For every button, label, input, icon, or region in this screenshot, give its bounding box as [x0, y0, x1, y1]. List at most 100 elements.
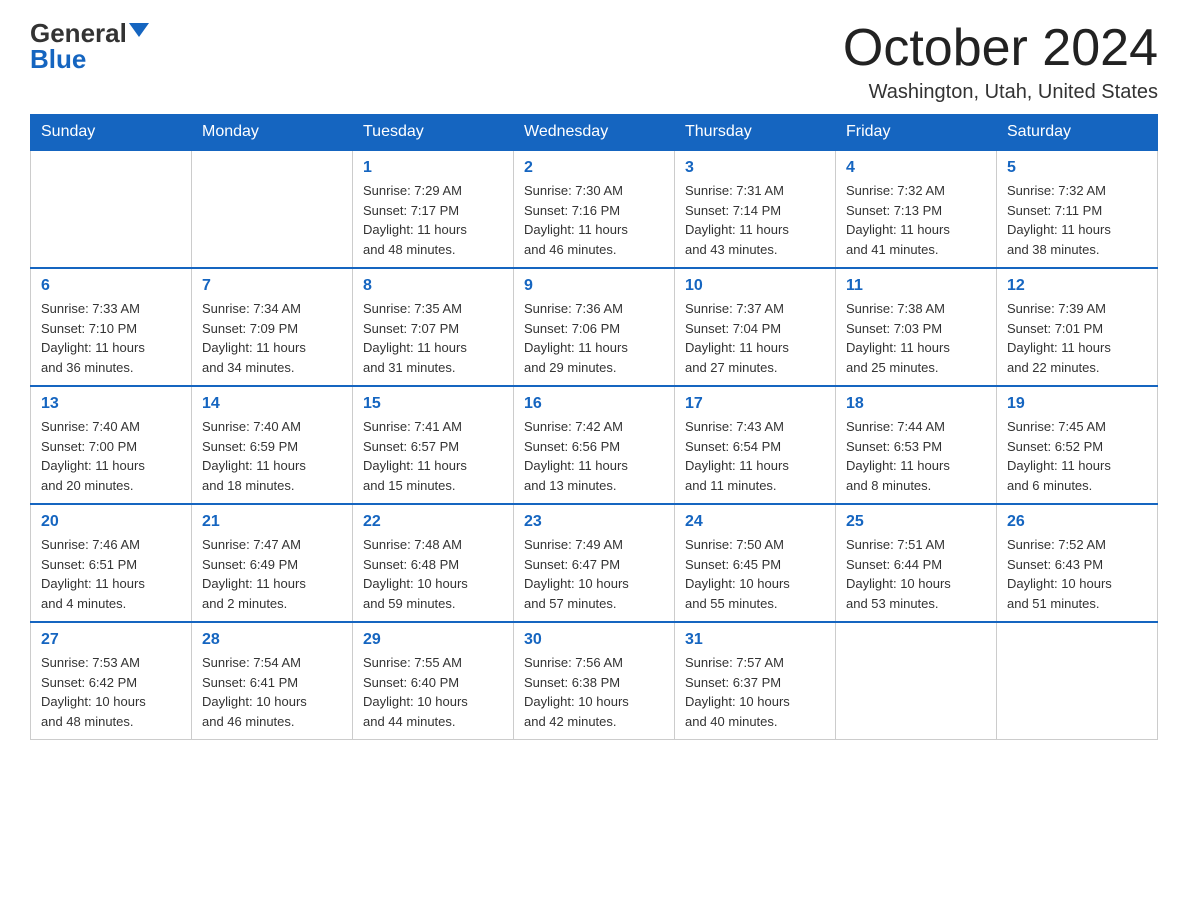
day-info: Sunrise: 7:57 AM Sunset: 6:37 PM Dayligh… — [685, 653, 825, 731]
calendar-cell: 2 Sunrise: 7:30 AM Sunset: 7:16 PM Daylig… — [514, 150, 675, 268]
calendar-cell: 20 Sunrise: 7:46 AM Sunset: 6:51 PM Dayli… — [31, 504, 192, 622]
day-number: 8 — [363, 277, 503, 295]
day-number: 22 — [363, 513, 503, 531]
calendar-cell: 31 Sunrise: 7:57 AM Sunset: 6:37 PM Dayli… — [675, 622, 836, 740]
day-number: 2 — [524, 159, 664, 177]
calendar-cell: 15 Sunrise: 7:41 AM Sunset: 6:57 PM Dayli… — [353, 386, 514, 504]
day-number: 29 — [363, 631, 503, 649]
day-info: Sunrise: 7:30 AM Sunset: 7:16 PM Dayligh… — [524, 181, 664, 259]
calendar-cell: 4 Sunrise: 7:32 AM Sunset: 7:13 PM Daylig… — [836, 150, 997, 268]
day-info: Sunrise: 7:52 AM Sunset: 6:43 PM Dayligh… — [1007, 535, 1147, 613]
day-info: Sunrise: 7:34 AM Sunset: 7:09 PM Dayligh… — [202, 299, 342, 377]
calendar-cell: 11 Sunrise: 7:38 AM Sunset: 7:03 PM Dayli… — [836, 268, 997, 386]
day-info: Sunrise: 7:40 AM Sunset: 6:59 PM Dayligh… — [202, 417, 342, 495]
day-info: Sunrise: 7:48 AM Sunset: 6:48 PM Dayligh… — [363, 535, 503, 613]
week-row-1: 1 Sunrise: 7:29 AM Sunset: 7:17 PM Daylig… — [31, 150, 1158, 268]
calendar-header-row: Sunday Monday Tuesday Wednesday Thursday… — [31, 115, 1158, 151]
day-info: Sunrise: 7:43 AM Sunset: 6:54 PM Dayligh… — [685, 417, 825, 495]
day-number: 15 — [363, 395, 503, 413]
calendar-cell: 21 Sunrise: 7:47 AM Sunset: 6:49 PM Dayli… — [192, 504, 353, 622]
day-number: 28 — [202, 631, 342, 649]
day-info: Sunrise: 7:53 AM Sunset: 6:42 PM Dayligh… — [41, 653, 181, 731]
day-info: Sunrise: 7:41 AM Sunset: 6:57 PM Dayligh… — [363, 417, 503, 495]
calendar-cell: 5 Sunrise: 7:32 AM Sunset: 7:11 PM Daylig… — [997, 150, 1158, 268]
title-section: October 2024 Washington, Utah, United St… — [843, 20, 1158, 104]
day-info: Sunrise: 7:37 AM Sunset: 7:04 PM Dayligh… — [685, 299, 825, 377]
day-info: Sunrise: 7:38 AM Sunset: 7:03 PM Dayligh… — [846, 299, 986, 377]
calendar-cell: 22 Sunrise: 7:48 AM Sunset: 6:48 PM Dayli… — [353, 504, 514, 622]
calendar-cell: 6Sunrise: 7:33 AM Sunset: 7:10 PM Daylig… — [31, 268, 192, 386]
calendar-cell: 24 Sunrise: 7:50 AM Sunset: 6:45 PM Dayli… — [675, 504, 836, 622]
logo: General Blue — [30, 20, 149, 72]
calendar-cell: 9 Sunrise: 7:36 AM Sunset: 7:06 PM Daylig… — [514, 268, 675, 386]
calendar-cell: 23Sunrise: 7:49 AM Sunset: 6:47 PM Dayli… — [514, 504, 675, 622]
calendar-cell: 27 Sunrise: 7:53 AM Sunset: 6:42 PM Dayli… — [31, 622, 192, 740]
calendar-cell — [836, 622, 997, 740]
calendar-cell: 17 Sunrise: 7:43 AM Sunset: 6:54 PM Dayli… — [675, 386, 836, 504]
day-info: Sunrise: 7:36 AM Sunset: 7:06 PM Dayligh… — [524, 299, 664, 377]
calendar-cell: 10 Sunrise: 7:37 AM Sunset: 7:04 PM Dayli… — [675, 268, 836, 386]
day-number: 1 — [363, 159, 503, 177]
day-info: Sunrise: 7:51 AM Sunset: 6:44 PM Dayligh… — [846, 535, 986, 613]
day-number: 30 — [524, 631, 664, 649]
calendar-cell: 19 Sunrise: 7:45 AM Sunset: 6:52 PM Dayli… — [997, 386, 1158, 504]
day-info: Sunrise: 7:32 AM Sunset: 7:11 PM Dayligh… — [1007, 181, 1147, 259]
logo-blue-text: Blue — [30, 46, 86, 72]
day-number: 16 — [524, 395, 664, 413]
calendar-cell: 26 Sunrise: 7:52 AM Sunset: 6:43 PM Dayli… — [997, 504, 1158, 622]
calendar-cell: 18 Sunrise: 7:44 AM Sunset: 6:53 PM Dayli… — [836, 386, 997, 504]
day-number: 5 — [1007, 159, 1147, 177]
col-monday: Monday — [192, 115, 353, 151]
day-number: 26 — [1007, 513, 1147, 531]
week-row-4: 20 Sunrise: 7:46 AM Sunset: 6:51 PM Dayli… — [31, 504, 1158, 622]
day-info: Sunrise: 7:35 AM Sunset: 7:07 PM Dayligh… — [363, 299, 503, 377]
day-number: 20 — [41, 513, 181, 531]
logo-triangle-icon — [129, 23, 149, 37]
day-number: 31 — [685, 631, 825, 649]
day-info: Sunrise: 7:40 AM Sunset: 7:00 PM Dayligh… — [41, 417, 181, 495]
col-tuesday: Tuesday — [353, 115, 514, 151]
day-info: Sunrise: 7:42 AM Sunset: 6:56 PM Dayligh… — [524, 417, 664, 495]
day-info: Sunrise: 7:50 AM Sunset: 6:45 PM Dayligh… — [685, 535, 825, 613]
day-info: Sunrise: 7:49 AM Sunset: 6:47 PM Dayligh… — [524, 535, 664, 613]
calendar-cell: 25 Sunrise: 7:51 AM Sunset: 6:44 PM Dayli… — [836, 504, 997, 622]
day-number: 11 — [846, 277, 986, 295]
day-number: 19 — [1007, 395, 1147, 413]
day-number: 14 — [202, 395, 342, 413]
day-number: 3 — [685, 159, 825, 177]
calendar-cell: 12Sunrise: 7:39 AM Sunset: 7:01 PM Dayli… — [997, 268, 1158, 386]
day-info: Sunrise: 7:32 AM Sunset: 7:13 PM Dayligh… — [846, 181, 986, 259]
day-info: Sunrise: 7:46 AM Sunset: 6:51 PM Dayligh… — [41, 535, 181, 613]
day-number: 21 — [202, 513, 342, 531]
col-thursday: Thursday — [675, 115, 836, 151]
col-saturday: Saturday — [997, 115, 1158, 151]
day-info: Sunrise: 7:44 AM Sunset: 6:53 PM Dayligh… — [846, 417, 986, 495]
col-wednesday: Wednesday — [514, 115, 675, 151]
day-number: 10 — [685, 277, 825, 295]
week-row-5: 27 Sunrise: 7:53 AM Sunset: 6:42 PM Dayli… — [31, 622, 1158, 740]
day-info: Sunrise: 7:47 AM Sunset: 6:49 PM Dayligh… — [202, 535, 342, 613]
month-title: October 2024 — [843, 20, 1158, 77]
week-row-3: 13 Sunrise: 7:40 AM Sunset: 7:00 PM Dayli… — [31, 386, 1158, 504]
calendar-cell: 14 Sunrise: 7:40 AM Sunset: 6:59 PM Dayli… — [192, 386, 353, 504]
day-info: Sunrise: 7:31 AM Sunset: 7:14 PM Dayligh… — [685, 181, 825, 259]
day-number: 18 — [846, 395, 986, 413]
col-sunday: Sunday — [31, 115, 192, 151]
day-number: 27 — [41, 631, 181, 649]
calendar-cell — [997, 622, 1158, 740]
day-number: 24 — [685, 513, 825, 531]
day-number: 25 — [846, 513, 986, 531]
day-number: 13 — [41, 395, 181, 413]
calendar-cell: 28Sunrise: 7:54 AM Sunset: 6:41 PM Dayli… — [192, 622, 353, 740]
day-info: Sunrise: 7:45 AM Sunset: 6:52 PM Dayligh… — [1007, 417, 1147, 495]
day-number: 17 — [685, 395, 825, 413]
calendar-table: Sunday Monday Tuesday Wednesday Thursday… — [30, 114, 1158, 740]
day-info: Sunrise: 7:29 AM Sunset: 7:17 PM Dayligh… — [363, 181, 503, 259]
logo-general-text: General — [30, 20, 127, 46]
day-number: 4 — [846, 159, 986, 177]
calendar-cell: 3 Sunrise: 7:31 AM Sunset: 7:14 PM Daylig… — [675, 150, 836, 268]
day-number: 9 — [524, 277, 664, 295]
day-number: 12 — [1007, 277, 1147, 295]
day-info: Sunrise: 7:55 AM Sunset: 6:40 PM Dayligh… — [363, 653, 503, 731]
calendar-cell: 8 Sunrise: 7:35 AM Sunset: 7:07 PM Daylig… — [353, 268, 514, 386]
